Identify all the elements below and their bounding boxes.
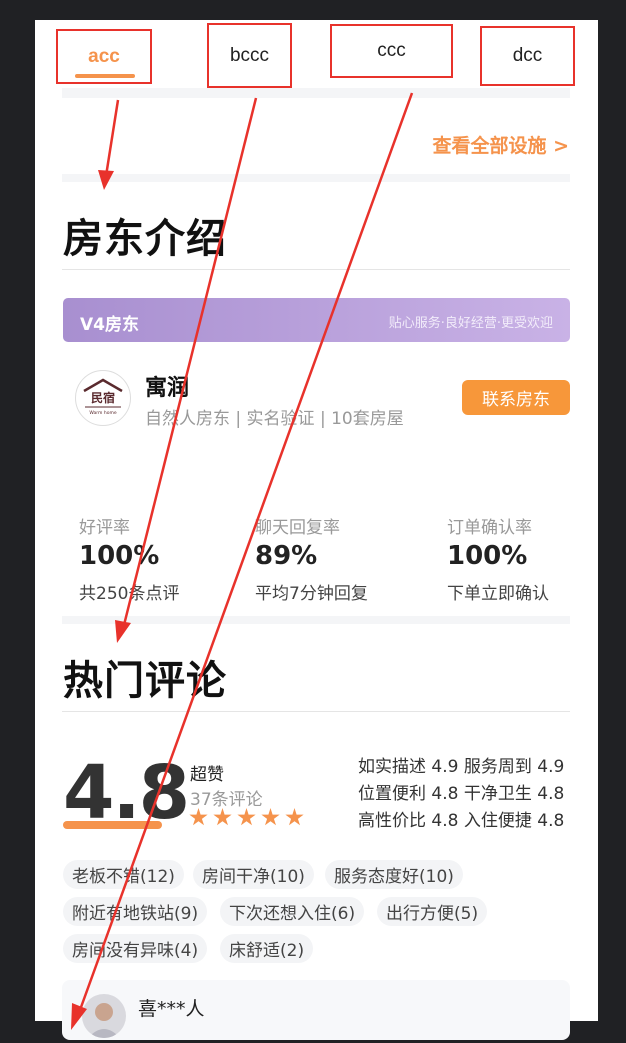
- star-icon: [189, 808, 208, 826]
- review-tag[interactable]: 服务态度好(10): [325, 860, 463, 889]
- stat-note: 平均7分钟回复: [255, 584, 368, 604]
- sub-score-row: 高性价比 4.8 入住便捷 4.8: [358, 811, 565, 831]
- host-logo-text: 民宿: [91, 390, 115, 405]
- section-divider: [62, 174, 570, 182]
- star-icon: [213, 808, 232, 826]
- reviewer-avatar: [82, 994, 126, 1038]
- review-tag[interactable]: 房间干净(10): [193, 860, 314, 889]
- host-level-slogan: 贴心服务·良好经营·更受欢迎: [388, 316, 553, 331]
- review-tag[interactable]: 床舒适(2): [220, 934, 314, 963]
- star-icon: [237, 808, 256, 826]
- host-level-name: V4房东: [80, 315, 139, 335]
- tab-bccc[interactable]: bccc: [207, 23, 292, 88]
- contact-host-button[interactable]: 联系房东: [462, 380, 570, 415]
- review-tag[interactable]: 下次还想入住(6): [220, 897, 365, 926]
- score-level: 超赞: [190, 765, 224, 785]
- stat-label: 聊天回复率: [255, 518, 340, 538]
- reviews-section-title: 热门评论: [63, 658, 227, 704]
- tab-label: dcc: [512, 45, 543, 66]
- review-tag[interactable]: 出行方便(5): [377, 897, 488, 926]
- stat-value: 100%: [79, 541, 160, 571]
- stat-note: 共250条点评: [79, 584, 180, 604]
- section-divider: [62, 616, 570, 624]
- host-level-banner: V4房东 贴心服务·良好经营·更受欢迎: [63, 298, 570, 342]
- host-logo-subtext: Warm home: [89, 410, 116, 416]
- review-tag[interactable]: 房间没有异味(4): [63, 934, 208, 963]
- tab-label: bccc: [229, 44, 270, 66]
- see-all-facilities-link[interactable]: 查看全部设施 >: [432, 131, 569, 158]
- user-avatar-icon: [88, 1003, 120, 1038]
- host-info: 自然人房东 | 实名验证 | 10套房屋: [145, 409, 404, 429]
- active-tab-indicator: [75, 74, 135, 78]
- tab-label: acc: [88, 45, 120, 67]
- tab-label: ccc: [377, 40, 406, 61]
- host-logo-icon: 民宿 Warm home: [83, 378, 123, 416]
- star-icon: [261, 808, 280, 826]
- tab-ccc[interactable]: ccc: [330, 24, 453, 78]
- section-divider: [62, 88, 570, 98]
- overall-score: 4.8: [63, 750, 190, 836]
- stat-label: 订单确认率: [447, 518, 532, 538]
- title-divider: [62, 269, 570, 270]
- score-underline: [63, 821, 162, 829]
- review-tag[interactable]: 老板不错(12): [63, 860, 184, 889]
- sub-score-row: 如实描述 4.9 服务周到 4.9: [358, 757, 565, 777]
- sub-score-row: 位置便利 4.8 干净卫生 4.8: [358, 784, 565, 804]
- host-section-title: 房东介绍: [63, 216, 227, 262]
- stat-note: 下单立即确认: [447, 584, 549, 604]
- review-tag[interactable]: 附近有地铁站(9): [63, 897, 208, 926]
- host-avatar[interactable]: 民宿 Warm home: [75, 370, 131, 426]
- sub-scores: 如实描述 4.9 服务周到 4.9 位置便利 4.8 干净卫生 4.8 高性价比…: [358, 754, 564, 835]
- reviewer-name: 喜***人: [138, 998, 205, 1020]
- title-divider: [62, 711, 570, 712]
- star-rating: [189, 808, 304, 827]
- stat-value: 100%: [447, 541, 528, 571]
- review-count: 37条评论: [190, 790, 263, 810]
- tab-dcc[interactable]: dcc: [480, 26, 575, 86]
- star-icon: [285, 808, 304, 826]
- stat-value: 89%: [255, 541, 318, 571]
- host-name: 寓润: [145, 376, 190, 401]
- stat-label: 好评率: [79, 518, 130, 538]
